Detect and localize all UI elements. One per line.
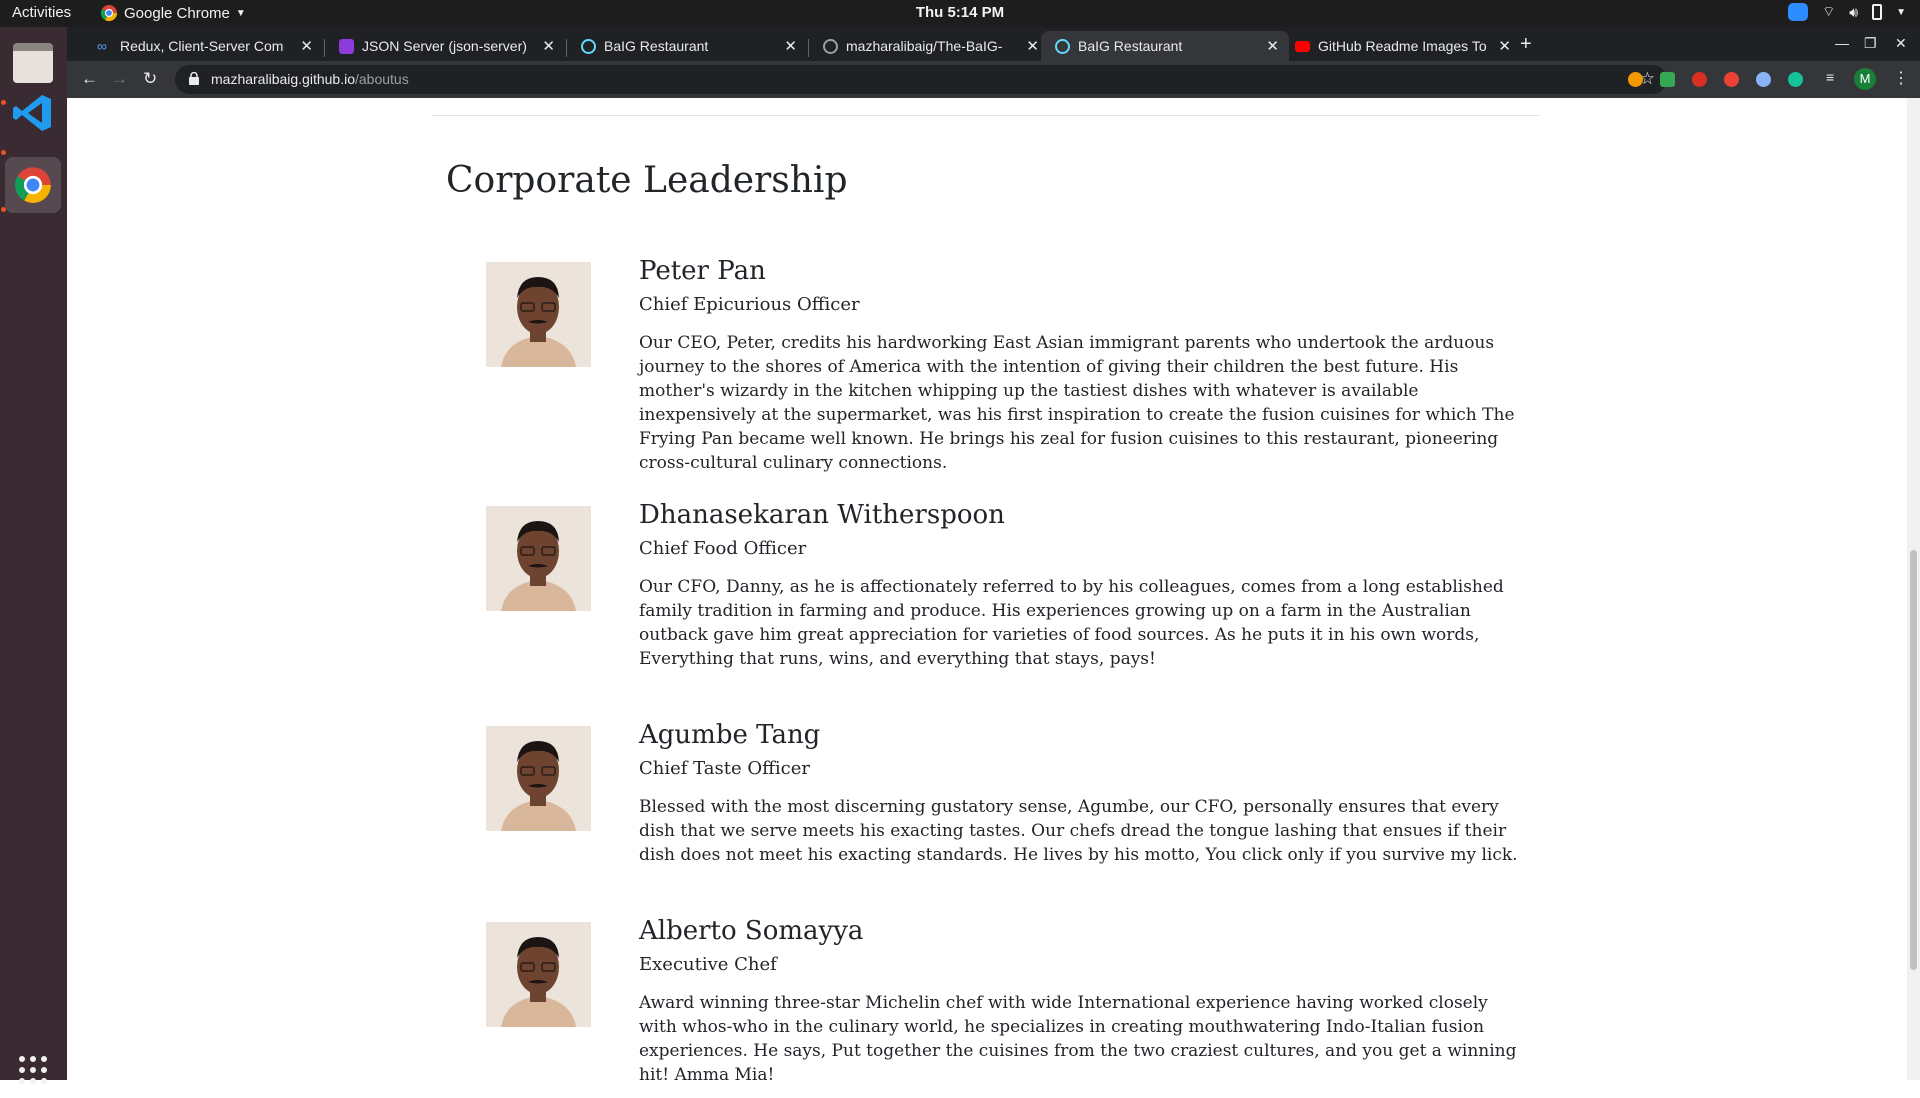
back-icon[interactable]: ←: [81, 69, 98, 89]
volume-icon[interactable]: 🔊︎: [1849, 4, 1858, 21]
url-text: mazharalibaig.github.io/aboutus: [211, 71, 409, 87]
tab-github-repo[interactable]: mazharalibaig/The-BaIG- ✕: [809, 31, 1049, 61]
json-server-icon: [339, 38, 354, 54]
react-icon: [581, 38, 596, 54]
activities-button[interactable]: Activities: [12, 4, 71, 21]
minimize-icon[interactable]: —: [1835, 35, 1849, 51]
leader-name: Dhanasekaran Witherspoon: [639, 500, 1005, 530]
section-title: Corporate Leadership: [446, 160, 848, 201]
menu-icon[interactable]: ⋮: [1893, 68, 1909, 87]
tab-strip: ∞ Redux, Client-Server Com ✕ JSON Server…: [67, 27, 1920, 61]
leader-role: Chief Taste Officer: [639, 758, 810, 779]
leader-photo: [486, 262, 591, 367]
leader-name: Peter Pan: [639, 256, 766, 286]
chrome-window: ∞ Redux, Client-Server Com ✕ JSON Server…: [67, 27, 1920, 1080]
tab-title: GitHub Readme Images To: [1318, 38, 1487, 54]
address-bar[interactable]: mazharalibaig.github.io/aboutus ☆: [175, 65, 1667, 94]
system-top-bar: Activities Google Chrome ▼ Thu 5:14 PM ⌔…: [0, 0, 1920, 27]
youtube-icon: [1295, 40, 1310, 52]
tab-json-server[interactable]: JSON Server (json-server) ✕: [325, 31, 565, 61]
leader-photo: [486, 726, 591, 831]
react-devtools-icon[interactable]: [1756, 72, 1771, 87]
lock-icon: [189, 72, 199, 85]
leader-bio: Our CFO, Danny, as he is affectionately …: [639, 577, 1504, 669]
portrait-image: [486, 922, 591, 1027]
extension-icon[interactable]: [1660, 72, 1675, 87]
leader-role: Chief Epicurious Officer: [639, 294, 860, 315]
app-menu[interactable]: Google Chrome ▼: [100, 4, 246, 22]
dock-chrome[interactable]: [5, 157, 61, 213]
page-scrollbar[interactable]: [1907, 98, 1920, 1080]
coursera-icon: ∞: [97, 37, 107, 54]
profile-avatar[interactable]: M: [1854, 68, 1876, 90]
close-icon[interactable]: ✕: [1498, 37, 1511, 55]
close-icon[interactable]: ✕: [1266, 37, 1279, 55]
github-icon: [823, 38, 838, 54]
dock-files[interactable]: [5, 35, 61, 91]
leader-name: Alberto Somayya: [639, 916, 864, 946]
dock-running-indicator: [1, 207, 6, 212]
close-window-icon[interactable]: ✕: [1895, 35, 1907, 52]
page-viewport: Corporate Leadership Peter Pan Chief Epi…: [67, 98, 1907, 1080]
maximize-icon[interactable]: ❐: [1864, 35, 1877, 52]
wifi-icon[interactable]: ⌔: [1822, 3, 1835, 21]
new-tab-button[interactable]: +: [1520, 33, 1532, 56]
tab-title: Redux, Client-Server Com: [120, 38, 284, 54]
app-menu-label: Google Chrome: [124, 4, 230, 22]
leader-photo: [486, 506, 591, 611]
system-tray[interactable]: ⌔ 🔊︎ ▼: [1788, 3, 1906, 21]
clock[interactable]: Thu 5:14 PM: [916, 4, 1004, 21]
forward-icon[interactable]: →: [111, 69, 128, 89]
tab-title: BaIG Restaurant: [1078, 38, 1183, 54]
close-icon[interactable]: ✕: [1026, 37, 1039, 55]
leader-role: Executive Chef: [639, 954, 777, 975]
portrait-image: [486, 262, 591, 367]
browser-toolbar: ← → ↻ mazharalibaig.github.io/aboutus ☆ …: [67, 61, 1920, 98]
leader-name: Agumbe Tang: [639, 720, 821, 750]
portrait-image: [486, 506, 591, 611]
scrollbar-thumb[interactable]: [1910, 550, 1917, 970]
leader-role: Chief Food Officer: [639, 538, 807, 559]
show-applications-button[interactable]: [5, 1042, 61, 1098]
close-icon[interactable]: ✕: [784, 37, 797, 55]
extension-icon[interactable]: [1724, 72, 1739, 87]
tab-title: mazharalibaig/The-BaIG-: [846, 38, 1003, 54]
battery-icon[interactable]: [1872, 4, 1883, 20]
leader-bio: Our CEO, Peter, credits his hardworking …: [639, 333, 1515, 473]
react-icon: [1055, 38, 1070, 54]
dock-vscode[interactable]: [5, 85, 61, 141]
extension-icon[interactable]: [1628, 72, 1643, 87]
tab-title: JSON Server (json-server): [362, 38, 527, 54]
leader-photo: [486, 922, 591, 1027]
reading-list-icon[interactable]: ≡: [1826, 69, 1844, 85]
leader-bio: Award winning three-star Michelin chef w…: [639, 993, 1517, 1080]
vscode-icon: [13, 95, 51, 131]
close-icon[interactable]: ✕: [542, 37, 555, 55]
chrome-icon: [100, 5, 118, 22]
tab-baig-restaurant-active[interactable]: BaIG Restaurant ✕: [1041, 31, 1289, 61]
app-grid-icon: [19, 1056, 47, 1084]
close-icon[interactable]: ✕: [300, 37, 313, 55]
dock: [0, 27, 67, 1084]
chrome-icon: [15, 167, 51, 203]
tab-baig-restaurant-1[interactable]: BaIG Restaurant ✕: [567, 31, 807, 61]
url-path: /aboutus: [354, 71, 409, 87]
portrait-image: [486, 726, 591, 831]
tab-youtube[interactable]: GitHub Readme Images To ✕: [1281, 31, 1521, 61]
leader-bio: Blessed with the most discerning gustato…: [639, 797, 1518, 865]
caret-down-icon: ▼: [235, 7, 246, 19]
reload-icon[interactable]: ↻: [143, 69, 157, 89]
tab-redux[interactable]: ∞ Redux, Client-Server Com ✕: [83, 31, 323, 61]
files-icon: [13, 43, 53, 83]
zoom-icon[interactable]: [1788, 3, 1809, 21]
section-divider: [432, 115, 1540, 116]
url-host: mazharalibaig.github.io: [211, 71, 355, 87]
tab-title: BaIG Restaurant: [604, 38, 709, 54]
dock-running-indicator: [1, 150, 6, 155]
extension-icon[interactable]: [1692, 72, 1707, 87]
chevron-down-icon[interactable]: ▼: [1896, 7, 1906, 18]
grammarly-icon[interactable]: [1788, 72, 1803, 87]
